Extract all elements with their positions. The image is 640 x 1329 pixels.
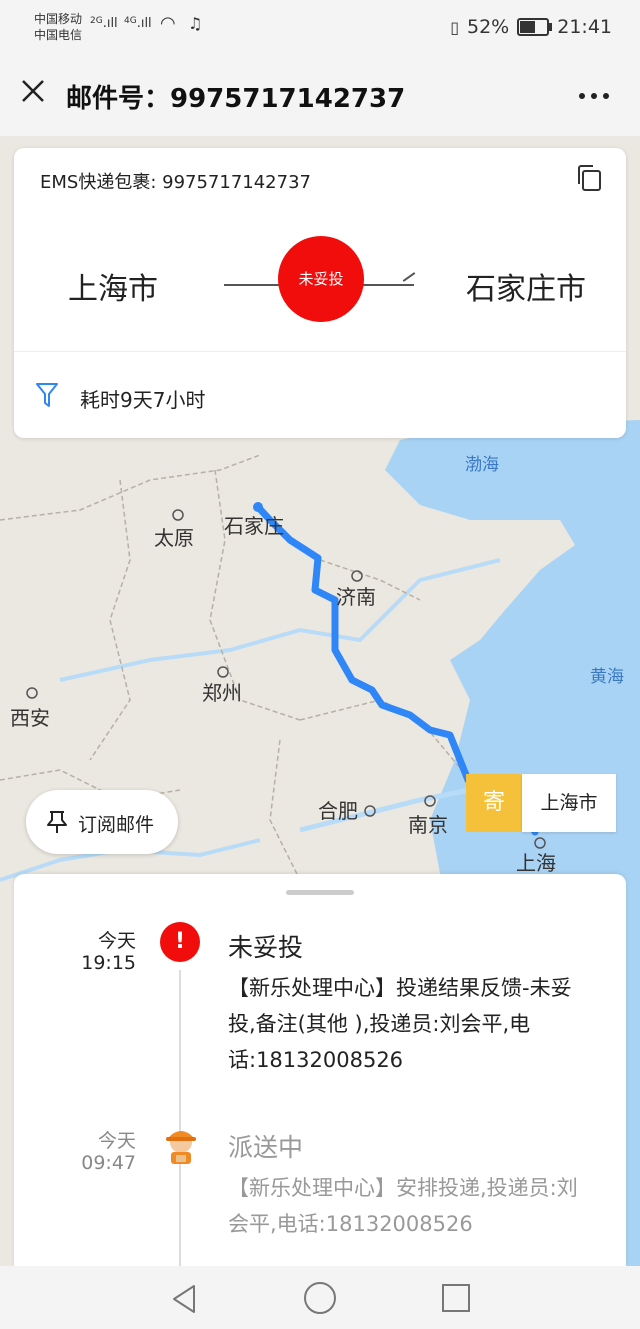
package-number: EMS快递包裹: 9975717142737 xyxy=(40,172,311,193)
event-time: 19:15 xyxy=(81,952,136,974)
event-description: 【新乐处理中心】安排投递,投递员:刘会平,电话:18132008526 xyxy=(228,1176,578,1236)
map-label-jinan: 济南 xyxy=(336,586,376,609)
shipment-summary-card: EMS快递包裹: 9975717142737 上海市 未妥投 石家庄市 耗时9天… xyxy=(14,148,626,438)
subscribe-button[interactable]: 订阅邮件 xyxy=(26,790,178,854)
funnel-icon xyxy=(36,382,58,408)
map-label-nanjing: 南京 xyxy=(408,814,448,837)
origin-city: 上海市 xyxy=(68,272,158,307)
battery-percent: 52% xyxy=(467,16,510,38)
status-bar: 中国移动 中国电信 2G.ıll 4G.ıll ◠ ♫ ▯ 52% 21:41 xyxy=(0,0,640,56)
divider xyxy=(14,351,626,352)
title-bar: 邮件号：9975717142737 xyxy=(0,56,640,136)
destination-city: 石家庄市 xyxy=(466,272,586,307)
courier-avatar-icon xyxy=(166,1131,196,1164)
tracking-timeline-sheet[interactable]: 今天 19:15 ! 未妥投 【新乐处理中心】投递结果反馈-未妥投,备注(其他 … xyxy=(14,874,626,1266)
nav-home-icon[interactable] xyxy=(304,1282,336,1314)
map-label-shanghai: 上海 xyxy=(516,852,556,875)
map-label-xian: 西安 xyxy=(10,707,50,730)
signal-icon: 2G.ıll xyxy=(90,16,118,31)
page-title: 邮件号：9975717142737 xyxy=(66,84,406,114)
close-icon xyxy=(22,80,44,102)
more-menu-button[interactable] xyxy=(578,70,610,114)
origin-marker-tag: 寄 xyxy=(466,774,522,832)
arrow-head-icon xyxy=(402,272,416,282)
event-day: 今天 xyxy=(97,1130,136,1152)
map-label-shijiazhuang: 石家庄 xyxy=(224,515,284,538)
event-day: 今天 xyxy=(97,930,136,952)
copy-button[interactable] xyxy=(576,164,602,192)
status-badge: 未妥投 xyxy=(278,236,364,322)
signal-icon-2: 4G.ıll xyxy=(124,16,152,31)
nav-back-icon[interactable] xyxy=(170,1284,198,1314)
event-status: 派送中 xyxy=(228,1133,304,1162)
carrier-2: 中国电信 xyxy=(34,28,83,42)
system-nav-bar xyxy=(0,1266,640,1329)
map-label-zhengzhou: 郑州 xyxy=(202,682,242,705)
map-label-huanghai: 黄海 xyxy=(590,667,624,686)
copy-icon xyxy=(578,165,601,191)
pin-icon xyxy=(47,811,67,833)
battery-icon xyxy=(517,18,553,36)
carrier-labels: 中国移动 中国电信 xyxy=(34,11,82,43)
destination-dot xyxy=(253,502,263,512)
event-time: 09:47 xyxy=(81,1152,136,1174)
close-button[interactable] xyxy=(18,78,48,108)
event-status: 未妥投 xyxy=(228,933,304,962)
event-description: 【新乐处理中心】投递结果反馈-未妥投,备注(其他 ),投递员:刘会平,电话:18… xyxy=(228,976,572,1072)
clock: 21:41 xyxy=(557,16,612,38)
map-label-taiyuan: 太原 xyxy=(154,527,194,550)
nav-recents-icon[interactable] xyxy=(442,1284,470,1312)
timeline-line xyxy=(179,970,181,1266)
map-label-bohai: 渤海 xyxy=(465,455,499,474)
notification-bell-icon: ♫ xyxy=(188,14,203,33)
drag-handle[interactable] xyxy=(286,890,354,895)
elapsed-time: 耗时9天7小时 xyxy=(80,388,206,412)
subscribe-label: 订阅邮件 xyxy=(78,814,155,836)
status-right: ▯ 52% 21:41 xyxy=(450,16,612,38)
carrier-1: 中国移动 xyxy=(34,12,83,26)
origin-marker-city: 上海市 xyxy=(522,774,616,832)
alert-icon: ! xyxy=(160,922,200,962)
more-dots-icon xyxy=(579,93,609,99)
vibrate-icon: ▯ xyxy=(450,17,459,37)
map-label-hefei: 合肥 xyxy=(318,800,358,823)
wifi-icon: ◠ xyxy=(160,13,176,34)
